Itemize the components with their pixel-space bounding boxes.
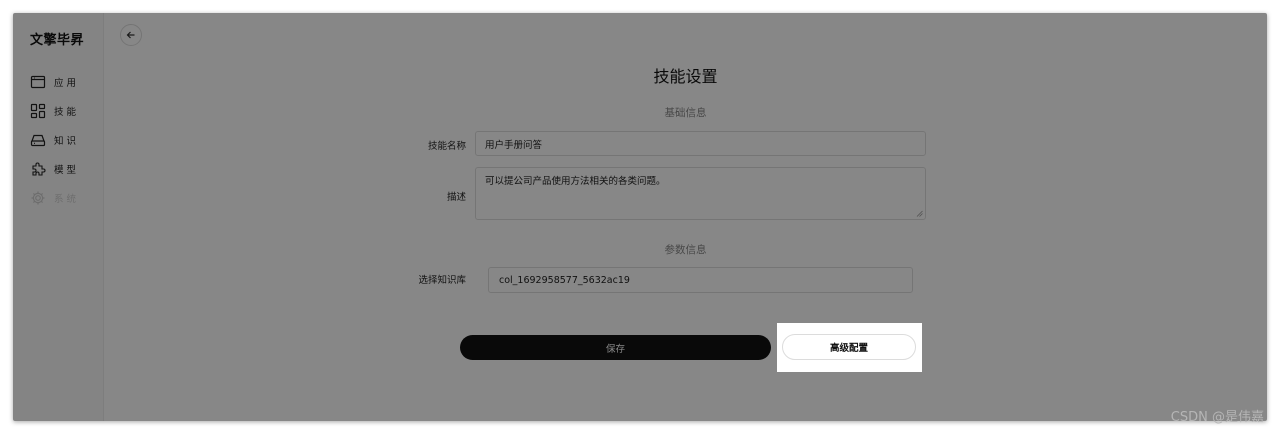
description-textarea[interactable]: 可以提公司产品使用方法相关的各类问题。	[475, 167, 926, 220]
description-label: 描述	[446, 192, 466, 203]
knowledge-base-label: 选择知识库	[418, 275, 466, 286]
section-title-basic: 基础信息	[664, 107, 707, 119]
gear-icon	[31, 191, 45, 205]
sidebar-item-skills[interactable]: 技能	[30, 101, 100, 121]
advanced-config-button[interactable]: 高级配置	[782, 334, 916, 360]
highlight-spotlight: 高级配置	[777, 323, 922, 372]
sidebar-item-label: 模型	[54, 165, 80, 176]
watermark: CSDN @是伟嘉	[1170, 410, 1264, 425]
puzzle-icon	[32, 162, 46, 176]
skill-name-input[interactable]	[475, 131, 926, 156]
resize-handle-icon[interactable]	[916, 210, 923, 217]
sidebar-item-knowledge[interactable]: 知识	[30, 130, 100, 150]
sidebar-item-system: 系统	[30, 188, 100, 208]
grid-icon	[30, 103, 46, 119]
back-button[interactable]	[120, 24, 142, 46]
sidebar-item-models[interactable]: 模型	[30, 159, 100, 179]
brand-logo-text: 文擎毕昇	[30, 33, 85, 48]
section-title-params: 参数信息	[664, 244, 707, 256]
app-window: 文擎毕昇 应用 技能 知识 模型 系统 技能设置 基础信息 技能名称 用户手册问…	[13, 13, 1267, 421]
sidebar-item-label: 系统	[54, 194, 80, 205]
sidebar-item-label: 技能	[54, 107, 80, 118]
sidebar-item-label: 应用	[54, 78, 80, 89]
drive-icon	[30, 134, 46, 147]
window-icon	[30, 75, 46, 89]
arrow-left-icon	[126, 31, 135, 39]
sidebar: 文擎毕昇 应用 技能 知识 模型 系统	[13, 13, 104, 421]
knowledge-base-select[interactable]	[488, 267, 913, 293]
page-title: 技能设置	[653, 67, 718, 86]
save-button[interactable]: 保存	[460, 335, 771, 360]
main-content: 技能设置 基础信息 技能名称 描述 可以提公司产品使用方法相关的各类问题。 参数…	[104, 13, 1267, 421]
sidebar-item-apps[interactable]: 应用	[30, 72, 100, 92]
sidebar-item-label: 知识	[54, 136, 80, 147]
skill-name-label: 技能名称	[427, 141, 466, 152]
